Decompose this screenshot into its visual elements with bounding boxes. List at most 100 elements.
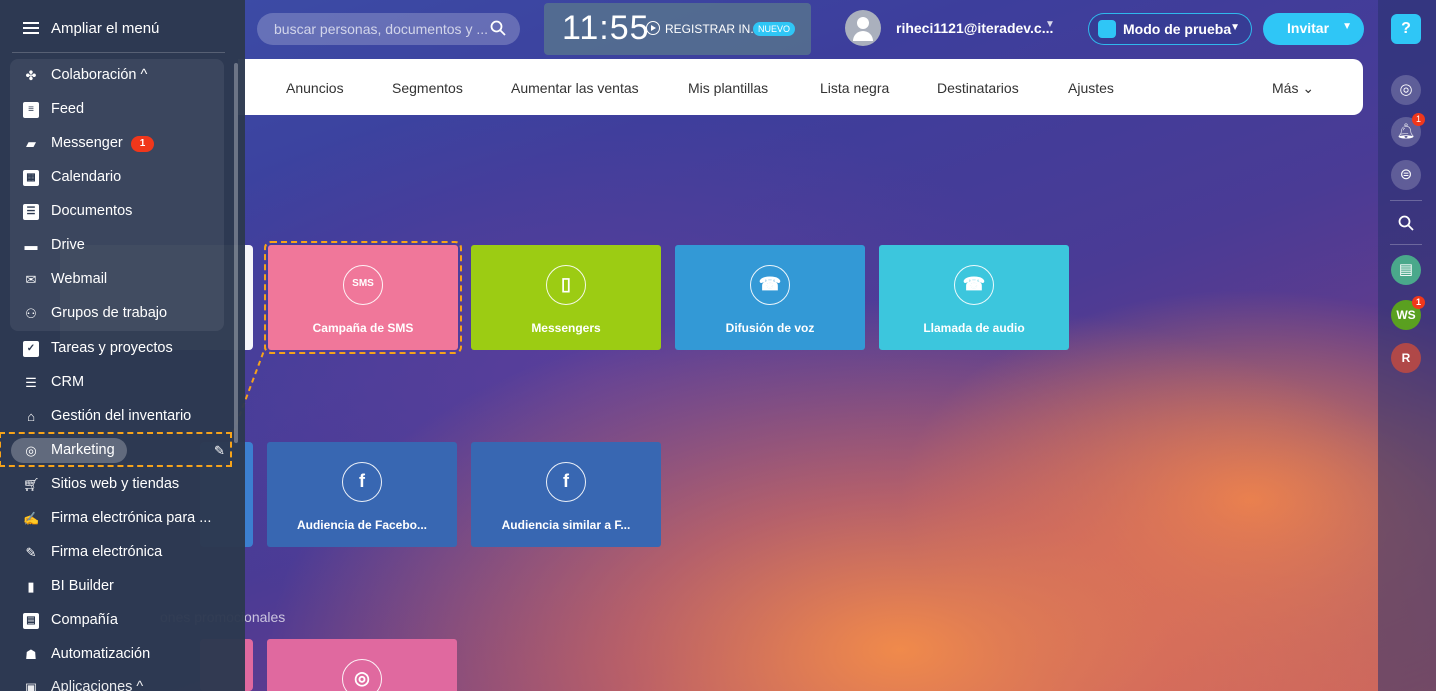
collaboration-group bbox=[10, 59, 224, 331]
help-button[interactable]: ? bbox=[1391, 14, 1421, 44]
tab-ajustes[interactable]: Ajustes bbox=[1068, 80, 1114, 96]
chevron-down-icon: ⌄ bbox=[1302, 80, 1315, 96]
new-badge: NUEVO bbox=[753, 22, 796, 36]
group-chat-avatar[interactable]: ▤ bbox=[1391, 255, 1421, 285]
tile-label: Audiencia similar a F... bbox=[501, 518, 631, 532]
ws-avatar[interactable]: WS 1 bbox=[1391, 296, 1425, 330]
facebook-glyph: f bbox=[563, 471, 569, 491]
chevron-down-icon: ▼ bbox=[1045, 19, 1055, 30]
collaboration-icon: ✤ bbox=[25, 68, 37, 83]
sidebar-scrollbar[interactable] bbox=[234, 63, 238, 443]
chat-icon bbox=[1098, 20, 1116, 38]
groups-icon: ⚇ bbox=[25, 306, 37, 321]
tab-mis-plantillas[interactable]: Mis plantillas bbox=[688, 80, 768, 96]
bell-icon[interactable]: 🔔︎ 1 bbox=[1391, 113, 1425, 147]
crm-icon: ☰ bbox=[25, 375, 37, 390]
document-icon: ☰ bbox=[23, 204, 39, 220]
divider bbox=[1390, 200, 1422, 201]
test-mode-label: Modo de prueba bbox=[1123, 21, 1232, 37]
messenger-icon: ▰ bbox=[26, 136, 36, 151]
tile-messengers[interactable]: ▯ Messengers bbox=[471, 245, 661, 350]
inventory-icon: ⌂ bbox=[27, 409, 35, 424]
sign-icon: ✍ bbox=[23, 511, 40, 526]
tasks-icon: ✓ bbox=[23, 341, 39, 357]
sidebar-item-label: Calendario bbox=[51, 169, 122, 185]
edit-icon[interactable]: ✎ bbox=[214, 443, 225, 459]
group-apps-label: Aplicaciones ^ bbox=[51, 679, 144, 691]
sidebar-item-label: Gestión del inventario bbox=[51, 408, 192, 424]
chat-icon[interactable]: ⊜ bbox=[1391, 160, 1421, 190]
tab-segmentos[interactable]: Segmentos bbox=[392, 80, 463, 96]
expand-menu-label: Ampliar el menú bbox=[51, 20, 160, 37]
marketing-icon: ◎ bbox=[25, 443, 37, 458]
tile-voice-broadcast[interactable]: ☎ Difusión de voz bbox=[675, 245, 865, 350]
more-label: Más bbox=[1272, 80, 1299, 96]
tile-facebook-lookalike[interactable]: f Audiencia similar a F... bbox=[471, 442, 661, 547]
signature-icon: ✎ bbox=[25, 545, 37, 560]
audio-glyph: ☎ bbox=[962, 274, 986, 294]
phone-glyph: ▯ bbox=[561, 274, 571, 294]
clock: 11:55 bbox=[562, 9, 650, 47]
search-input[interactable]: buscar personas, documentos y ... bbox=[257, 13, 520, 45]
messenger-counter: 1 bbox=[131, 136, 154, 152]
tile-label: Audiencia de Facebo... bbox=[296, 518, 428, 532]
chevron-down-icon: ▼ bbox=[1230, 22, 1240, 33]
time-tracker[interactable]: 11:55 REGISTRAR IN... NUEVO bbox=[544, 3, 811, 55]
calendar-icon: ▦ bbox=[23, 170, 39, 186]
marketing-nav: Anuncios Segmentos Aumentar las ventas M… bbox=[238, 59, 1363, 115]
phone-icon: ▯ bbox=[546, 265, 586, 305]
sidebar-item-label: Documentos bbox=[51, 203, 133, 219]
tab-aumentar-ventas[interactable]: Aumentar las ventas bbox=[511, 80, 639, 96]
facebook-glyph: f bbox=[359, 471, 365, 491]
sidebar-item-label: Drive bbox=[51, 237, 85, 253]
right-rail: ? ◎ 🔔︎ 1 ⊜ ▤ WS 1 R bbox=[1378, 0, 1436, 691]
ws-label: WS bbox=[1396, 308, 1416, 322]
feed-icon: ≡ bbox=[23, 102, 39, 118]
tile-label: Difusión de voz bbox=[725, 321, 815, 335]
divider bbox=[1390, 244, 1422, 245]
sidebar-item-label: Grupos de trabajo bbox=[51, 305, 168, 321]
tab-more[interactable]: Más ⌄ bbox=[1272, 80, 1314, 97]
tab-anuncios[interactable]: Anuncios bbox=[286, 80, 344, 96]
invite-button[interactable]: Invitar ▼ bbox=[1263, 13, 1364, 45]
invite-label: Invitar bbox=[1287, 20, 1330, 36]
copilot-icon[interactable]: ◎ bbox=[1391, 75, 1421, 105]
sidebar-item-label: Messenger bbox=[51, 135, 123, 151]
tile-label: Messengers bbox=[531, 321, 601, 335]
sidebar-item-label: Feed bbox=[51, 101, 85, 117]
tile-audio-call[interactable]: ☎ Llamada de audio bbox=[879, 245, 1069, 350]
tab-lista-negra[interactable]: Lista negra bbox=[820, 80, 889, 96]
tab-destinatarios[interactable]: Destinatarios bbox=[937, 80, 1019, 96]
search-icon[interactable] bbox=[1391, 208, 1421, 238]
tile-sms-campaign[interactable]: SMS Campaña de SMS bbox=[264, 241, 462, 354]
r-avatar[interactable]: R bbox=[1391, 343, 1421, 373]
sidebar-item-label: Tareas y proyectos bbox=[51, 340, 173, 356]
tile-facebook-audience[interactable]: f Audiencia de Facebo... bbox=[267, 442, 457, 547]
sidebar-item-label: Compañía bbox=[51, 612, 118, 628]
test-mode-button[interactable]: Modo de prueba ▼ bbox=[1088, 13, 1252, 45]
facebook-icon: f bbox=[546, 462, 586, 502]
ws-badge: 1 bbox=[1412, 296, 1425, 309]
tile-instagram[interactable]: ◎ bbox=[267, 639, 457, 691]
user-email: riheci1121@iteradev.c... bbox=[896, 20, 1054, 36]
facebook-icon: f bbox=[342, 462, 382, 502]
sms-icon: SMS bbox=[343, 265, 383, 305]
sidebar-item-label: Firma electrónica para ... bbox=[51, 510, 212, 526]
sidebar: Ampliar el menú ✤ Colaboración ^ ≡ Feed … bbox=[0, 0, 245, 691]
notification-badge: 1 bbox=[1412, 113, 1425, 126]
chevron-down-icon: ▼ bbox=[1342, 21, 1352, 32]
r-label: R bbox=[1401, 351, 1411, 365]
tile-label: Campaña de SMS bbox=[312, 321, 414, 335]
instagram-glyph: ◎ bbox=[354, 668, 370, 688]
sidebar-item-label: Automatización bbox=[51, 646, 151, 662]
divider bbox=[12, 52, 225, 53]
search-placeholder: buscar personas, documentos y ... bbox=[274, 21, 488, 37]
mail-icon: ✉ bbox=[25, 272, 37, 287]
avatar-icon bbox=[845, 10, 881, 46]
sidebar-item-label: Webmail bbox=[51, 271, 108, 287]
register-button[interactable]: REGISTRAR IN... bbox=[665, 22, 760, 36]
instagram-icon: ◎ bbox=[342, 659, 382, 691]
group-collaboration-label: Colaboración ^ bbox=[51, 67, 148, 83]
sidebar-item-label: Marketing bbox=[51, 442, 115, 458]
robot-icon: ☗ bbox=[25, 647, 37, 662]
